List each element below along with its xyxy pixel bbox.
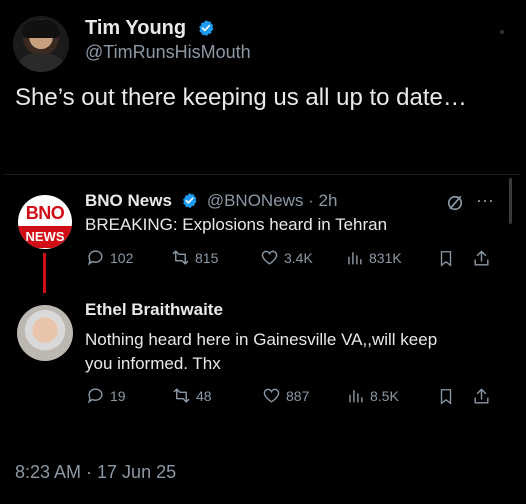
thread-line — [43, 253, 46, 293]
retweet-count: 48 — [196, 387, 212, 404]
reply-button[interactable]: 102 — [86, 248, 133, 267]
scrollbar[interactable] — [509, 178, 512, 224]
author-name-row[interactable]: Tim Young — [85, 17, 215, 40]
reply-count: 102 — [110, 249, 134, 266]
avatar-shirt — [17, 54, 65, 72]
reply-button[interactable]: 19 — [86, 386, 126, 405]
like-count: 3.4K — [284, 249, 313, 266]
views-icon — [348, 252, 362, 265]
retweet-count: 815 — [195, 249, 219, 266]
avatar[interactable] — [13, 16, 69, 72]
reply-text-line1: Nothing heard here in Gainesville VA,,wi… — [85, 330, 438, 349]
grok-icon[interactable] — [445, 193, 465, 213]
verified-badge-icon — [198, 20, 214, 36]
quoted-header: BNO News @BNONews · 2h — [85, 191, 337, 211]
bookmark-icon[interactable] — [437, 387, 455, 406]
share-icon[interactable] — [472, 387, 491, 406]
timestamp[interactable]: 8:23 AM · 17 Jun 25 — [15, 462, 176, 483]
quoted-name[interactable]: BNO News — [85, 191, 172, 210]
like-button[interactable]: 887 — [262, 386, 309, 405]
reply-icon — [88, 388, 103, 404]
heart-icon — [261, 250, 278, 265]
reply-count: 19 — [110, 387, 126, 404]
menu-dot-icon — [500, 30, 504, 34]
retweet-icon — [172, 250, 189, 265]
reply-avatar[interactable] — [17, 305, 73, 361]
retweet-button[interactable]: 48 — [172, 386, 212, 405]
more-options-icon[interactable]: ··· — [476, 190, 494, 211]
heart-icon — [263, 388, 280, 403]
quoted-handle-time[interactable]: @BNONews · 2h — [207, 191, 338, 210]
views-icon — [349, 390, 363, 403]
bno-avatar[interactable]: BNO NEWS — [18, 195, 72, 249]
views-count: 8.5K — [370, 387, 399, 404]
avatar-hat — [22, 20, 60, 38]
like-button[interactable]: 3.4K — [260, 248, 313, 267]
bno-logo-top: BNO — [25, 203, 65, 223]
share-icon[interactable] — [472, 249, 491, 268]
author-name[interactable]: Tim Young — [85, 17, 186, 39]
bno-logo-bottom: NEWS — [18, 226, 72, 248]
verified-badge-icon — [183, 193, 197, 208]
like-count: 887 — [286, 387, 310, 404]
views-button[interactable]: 831K — [345, 248, 402, 267]
reply-icon — [88, 250, 103, 266]
views-count: 831K — [369, 249, 402, 266]
author-handle[interactable]: @TimRunsHisMouth — [85, 42, 251, 63]
reply-name[interactable]: Ethel Braithwaite — [85, 300, 223, 320]
divider — [4, 174, 520, 175]
bookmark-icon[interactable] — [437, 249, 455, 268]
views-button[interactable]: 8.5K — [346, 386, 399, 405]
quoted-text: BREAKING: Explosions heard in Tehran — [85, 215, 388, 234]
reply-text-line2: you informed. Thx — [85, 354, 221, 373]
retweet-icon — [173, 388, 190, 403]
retweet-button[interactable]: 815 — [171, 248, 218, 267]
tweet-text: She’s out there keeping us all up to dat… — [15, 84, 467, 111]
